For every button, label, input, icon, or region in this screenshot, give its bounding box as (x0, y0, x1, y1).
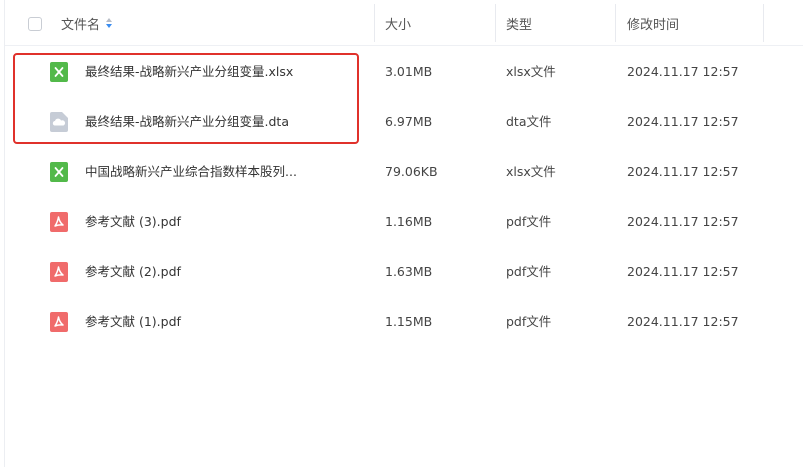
column-divider[interactable] (763, 4, 764, 42)
file-modified-time: 2024.11.17 12:57 (627, 314, 739, 329)
column-header-type[interactable]: 类型 (506, 0, 532, 46)
highlight-annotation-box (13, 53, 359, 144)
file-size: 79.06KB (385, 164, 438, 179)
file-modified-time: 2024.11.17 12:57 (627, 214, 739, 229)
file-type: xlsx文件 (506, 64, 556, 79)
file-type: pdf文件 (506, 264, 552, 279)
file-size: 1.15MB (385, 314, 433, 329)
file-modified-time: 2024.11.17 12:57 (627, 164, 739, 179)
file-modified-time: 2024.11.17 12:57 (627, 264, 739, 279)
file-size: 3.01MB (385, 64, 433, 79)
file-type: pdf文件 (506, 314, 552, 329)
pdf-file-icon (50, 212, 68, 232)
file-modified-time: 2024.11.17 12:57 (627, 114, 739, 129)
column-header-name[interactable]: 文件名 (61, 0, 113, 46)
column-header-size[interactable]: 大小 (385, 0, 411, 46)
select-all-checkbox[interactable] (28, 17, 42, 31)
file-name[interactable]: 中国战略新兴产业综合指数样本股列... (85, 147, 297, 197)
excel-file-icon (50, 162, 68, 182)
column-divider[interactable] (495, 4, 496, 42)
pdf-file-icon (50, 262, 68, 282)
file-list-header: 文件名 大小 类型 修改时间 (5, 0, 803, 46)
pdf-file-icon (50, 312, 68, 332)
column-header-modified[interactable]: 修改时间 (627, 0, 679, 46)
column-header-size-label: 大小 (385, 17, 412, 33)
file-row[interactable]: 参考文献 (2).pdf 1.63MB pdf文件 2024.11.17 12:… (5, 247, 765, 297)
sort-icon[interactable] (106, 17, 113, 29)
column-divider[interactable] (374, 4, 375, 42)
file-type: pdf文件 (506, 214, 552, 229)
file-name[interactable]: 参考文献 (2).pdf (85, 247, 181, 297)
file-row[interactable]: 参考文献 (1).pdf 1.15MB pdf文件 2024.11.17 12:… (5, 297, 765, 347)
file-row[interactable]: 中国战略新兴产业综合指数样本股列... 79.06KB xlsx文件 2024.… (5, 147, 765, 197)
column-header-modified-label: 修改时间 (627, 17, 680, 33)
file-name[interactable]: 参考文献 (3).pdf (85, 197, 181, 247)
file-modified-time: 2024.11.17 12:57 (627, 64, 739, 79)
file-size: 6.97MB (385, 114, 433, 129)
file-name[interactable]: 参考文献 (1).pdf (85, 297, 181, 347)
column-header-name-label: 文件名 (61, 17, 101, 33)
file-type: dta文件 (506, 114, 552, 129)
file-row[interactable]: 参考文献 (3).pdf 1.16MB pdf文件 2024.11.17 12:… (5, 197, 765, 247)
column-header-type-label: 类型 (506, 17, 533, 33)
file-size: 1.63MB (385, 264, 433, 279)
file-type: xlsx文件 (506, 164, 556, 179)
column-divider[interactable] (615, 4, 616, 42)
file-size: 1.16MB (385, 214, 433, 229)
